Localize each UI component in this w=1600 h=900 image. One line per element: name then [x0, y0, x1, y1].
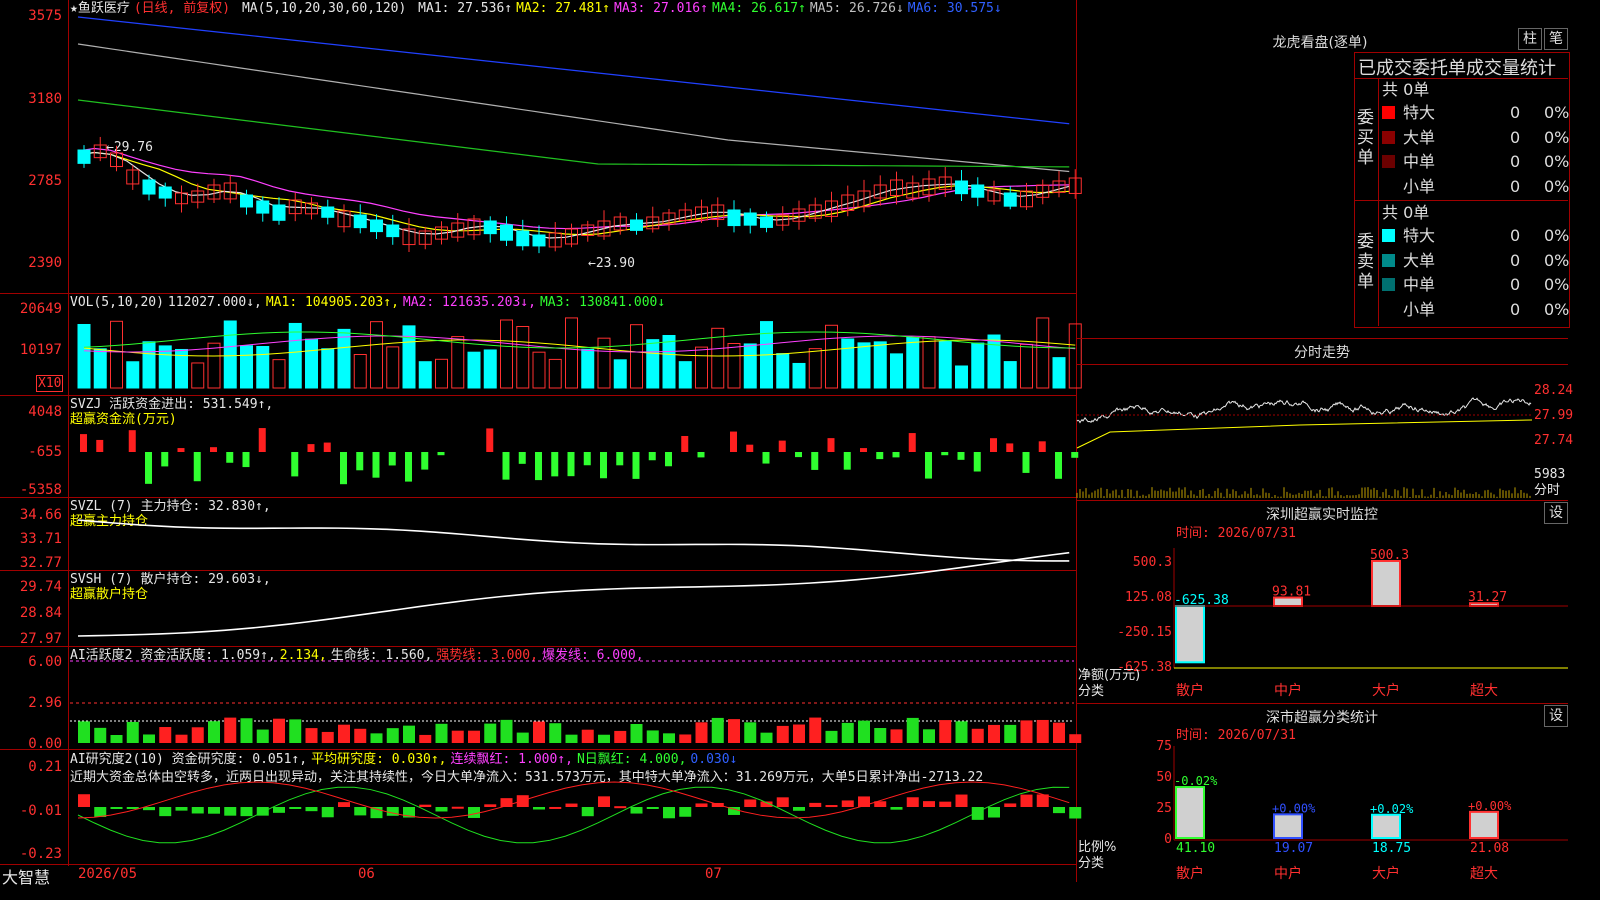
- stat-bar-2: [1371, 813, 1401, 839]
- stat-bar-0: [1175, 786, 1205, 840]
- stat-bar-3: [1469, 810, 1499, 839]
- stat-bar-value-3: 21.08: [1470, 841, 1509, 856]
- stat-bar-change-0: -0.02%: [1174, 774, 1218, 788]
- stat-bar-value-1: 19.07: [1274, 841, 1313, 856]
- stat-bar-change-1: +0.00%: [1272, 801, 1316, 815]
- stat-bar-label-3: 超大: [1470, 866, 1498, 882]
- stat-bar-value-0: 41.10: [1176, 841, 1215, 856]
- stat-bar-label-0: 散户: [1176, 865, 1204, 882]
- stat-bar-change-2: +0.02%: [1370, 802, 1414, 816]
- stat-bar-value-2: 18.75: [1372, 841, 1411, 856]
- stat-bar-label-1: 中户: [1274, 865, 1302, 882]
- stat-bar-chart: -0.02% 41.10 散户 +0.00% 19.07 中户 +0.02% 18.75 大户 +…: [1173, 746, 1568, 882]
- stat-bar-change-3: +0.00%: [1468, 799, 1512, 813]
- stat-bar-label-2: 大户: [1372, 865, 1400, 882]
- stat-bar-1: [1273, 813, 1303, 840]
